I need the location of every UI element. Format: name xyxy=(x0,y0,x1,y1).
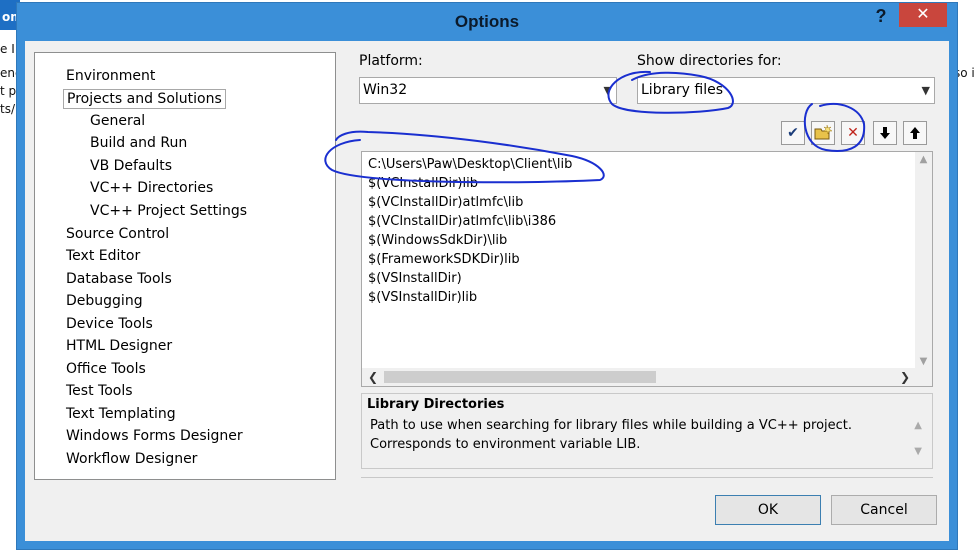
tree-item-build-and-run[interactable]: Build and Run xyxy=(90,134,187,152)
list-item[interactable]: $(WindowsSdkDir)\lib xyxy=(368,232,507,250)
scroll-right-icon[interactable]: ❯ xyxy=(900,368,910,386)
list-item[interactable]: $(FrameworkSDKDir)lib xyxy=(368,251,520,269)
tree-item-general[interactable]: General xyxy=(90,112,145,130)
vertical-scrollbar[interactable]: ▲ ▼ xyxy=(915,152,932,369)
cancel-button[interactable]: Cancel xyxy=(831,495,937,525)
delete-x-icon: ✕ xyxy=(847,125,859,141)
scroll-up-icon[interactable]: ▲ xyxy=(915,154,932,165)
chevron-down-icon: ▼ xyxy=(921,84,930,97)
list-item[interactable]: $(VSInstallDir) xyxy=(368,270,462,288)
horizontal-scrollbar[interactable]: ❮ ❯ xyxy=(362,368,916,386)
options-tree[interactable]: Environment Projects and Solutions Gener… xyxy=(34,52,336,480)
description-body: Path to use when searching for library f… xyxy=(370,418,853,452)
tree-item-source-control[interactable]: Source Control xyxy=(66,225,169,243)
tree-item-windows-forms-designer[interactable]: Windows Forms Designer xyxy=(66,427,243,445)
tree-item-html-designer[interactable]: HTML Designer xyxy=(66,337,172,355)
tree-item-vc-project-settings[interactable]: VC++ Project Settings xyxy=(90,202,247,220)
ok-button[interactable]: OK xyxy=(715,495,821,525)
list-item[interactable]: $(VCInstallDir)atlmfc\lib\i386 xyxy=(368,213,556,231)
list-item[interactable]: $(VSInstallDir)lib xyxy=(368,289,477,307)
new-folder-icon xyxy=(814,124,833,140)
tree-item-vc-directories[interactable]: VC++ Directories xyxy=(90,179,213,197)
platform-label: Platform: xyxy=(359,53,423,69)
show-directories-select[interactable]: Library files ▼ xyxy=(637,77,935,104)
checkmark-icon: ✔ xyxy=(787,125,799,141)
arrow-down-icon xyxy=(880,127,890,139)
divider xyxy=(361,477,933,478)
scroll-left-icon[interactable]: ❮ xyxy=(368,368,378,386)
tree-item-text-templating[interactable]: Text Templating xyxy=(66,405,176,423)
arrow-up-icon xyxy=(910,127,920,139)
platform-select[interactable]: Win32 ▼ xyxy=(359,77,617,104)
scroll-up-icon[interactable]: ▲ xyxy=(914,420,922,431)
help-button[interactable]: ? xyxy=(867,5,895,29)
list-item[interactable]: $(VCInstallDir)lib xyxy=(368,175,478,193)
tree-item-text-editor[interactable]: Text Editor xyxy=(66,247,140,265)
description-title: Library Directories xyxy=(367,397,505,412)
chevron-down-icon: ▼ xyxy=(603,84,612,97)
title-bar[interactable]: Options ? ✕ xyxy=(17,3,957,41)
new-folder-button[interactable] xyxy=(811,121,835,145)
platform-value: Win32 xyxy=(363,82,408,98)
list-item[interactable]: $(VCInstallDir)atlmfc\lib xyxy=(368,194,523,212)
close-button[interactable]: ✕ xyxy=(899,3,947,27)
scrollbar-thumb[interactable] xyxy=(384,371,656,383)
scrollbar-corner xyxy=(915,368,932,386)
tree-item-database-tools[interactable]: Database Tools xyxy=(66,270,172,288)
options-dialog: Options ? ✕ Environment Projects and Sol… xyxy=(16,2,958,550)
tree-item-workflow-designer[interactable]: Workflow Designer xyxy=(66,450,197,468)
dialog-client-area: Environment Projects and Solutions Gener… xyxy=(25,41,949,541)
show-directories-label: Show directories for: xyxy=(637,53,782,69)
move-down-button[interactable] xyxy=(873,121,897,145)
tree-item-vb-defaults[interactable]: VB Defaults xyxy=(90,157,172,175)
tree-item-office-tools[interactable]: Office Tools xyxy=(66,360,146,378)
tree-item-projects-and-solutions[interactable]: Projects and Solutions xyxy=(63,89,226,109)
delete-button[interactable]: ✕ xyxy=(841,121,865,145)
tree-item-device-tools[interactable]: Device Tools xyxy=(66,315,153,333)
list-item[interactable]: C:\Users\Paw\Desktop\Client\lib xyxy=(368,156,572,174)
directories-list[interactable]: C:\Users\Paw\Desktop\Client\lib $(VCInst… xyxy=(361,151,933,387)
dialog-title: Options xyxy=(454,12,520,31)
scroll-down-icon[interactable]: ▼ xyxy=(914,446,922,457)
checkmark-button[interactable]: ✔ xyxy=(781,121,805,145)
tree-item-environment[interactable]: Environment xyxy=(66,67,155,85)
scroll-down-icon[interactable]: ▼ xyxy=(915,356,932,367)
tree-item-debugging[interactable]: Debugging xyxy=(66,292,143,310)
description-panel: Library Directories Path to use when sea… xyxy=(361,393,933,469)
show-directories-value: Library files xyxy=(641,82,724,98)
move-up-button[interactable] xyxy=(903,121,927,145)
tree-item-test-tools[interactable]: Test Tools xyxy=(66,382,133,400)
